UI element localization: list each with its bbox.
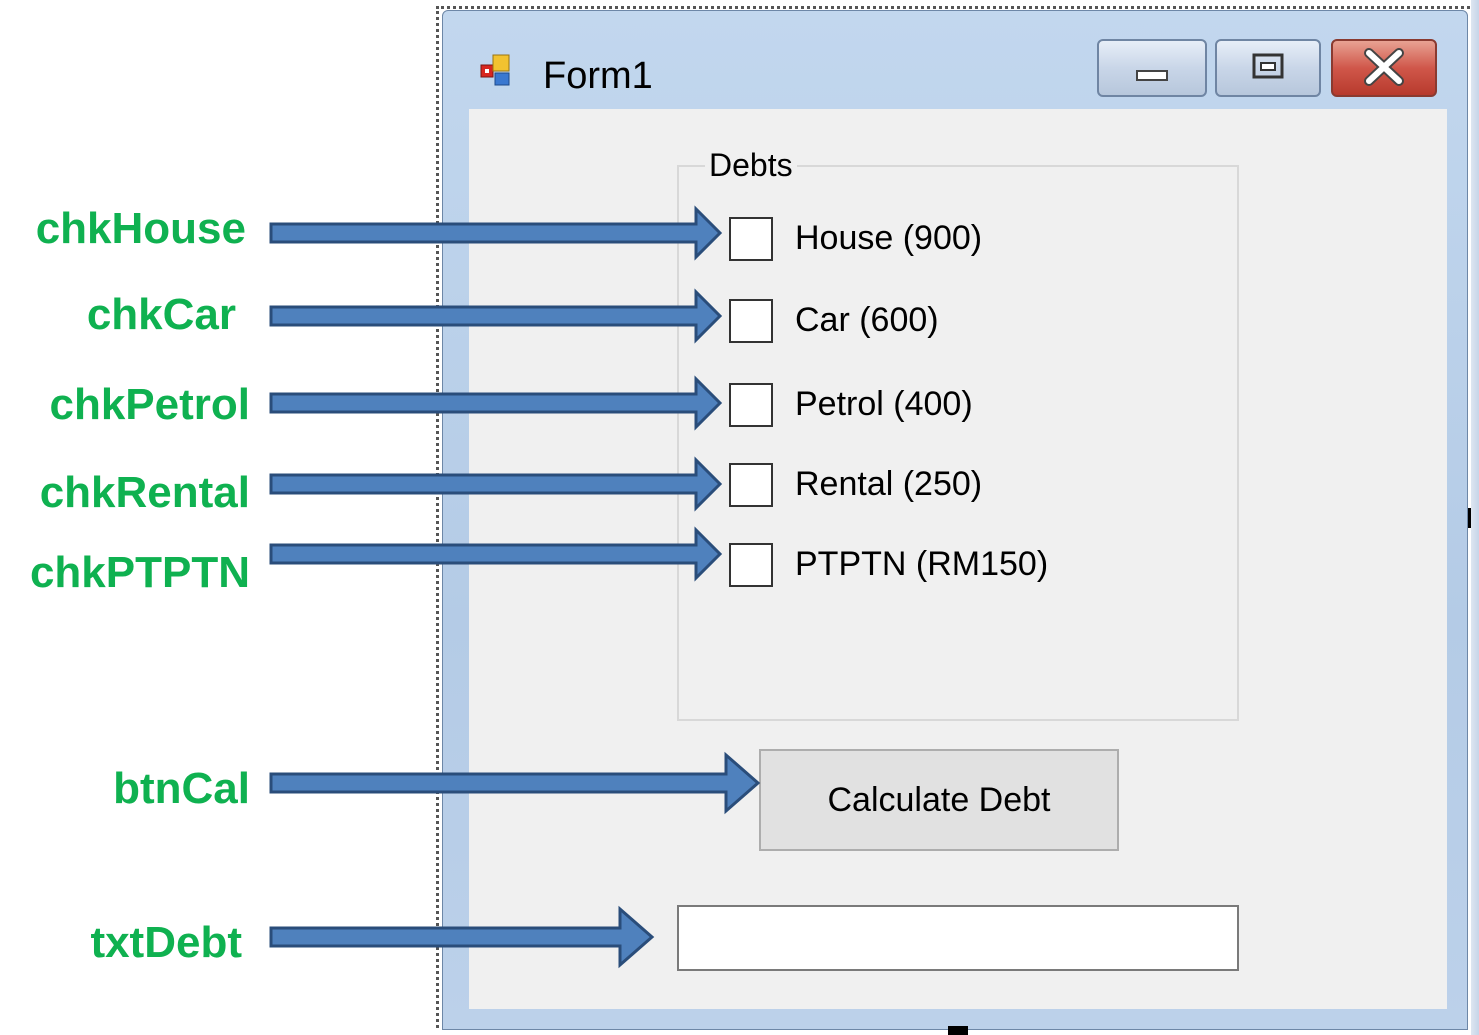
annotation-chkrental: chkRental [39, 468, 250, 517]
arrow-to-chkcar [269, 288, 723, 344]
annotation-btncal: btnCal [113, 764, 250, 813]
screenshot-stage: Form1 Debts House (900) Car (600) Petrol… [0, 0, 1479, 1035]
arrow-to-txtdebt [269, 905, 655, 969]
arrow-to-btncal [269, 751, 761, 815]
designer-selection-frame [436, 6, 1470, 1028]
arrow-to-chkpetrol [269, 375, 723, 431]
arrow-to-chkhouse [269, 205, 723, 261]
annotation-chkcar: chkCar [86, 290, 236, 339]
designer-scroll-edge [1471, 0, 1479, 1035]
arrow-to-chkrental [269, 456, 723, 512]
annotation-chkhouse: chkHouse [35, 204, 246, 253]
resize-handle-bottom[interactable] [948, 1026, 968, 1035]
arrow-to-chkptptn [269, 526, 723, 582]
annotation-chkpetrol: chkPetrol [49, 380, 250, 429]
annotation-chkptptn: chkPTPTN [29, 548, 250, 597]
annotation-txtdebt: txtDebt [90, 918, 242, 967]
